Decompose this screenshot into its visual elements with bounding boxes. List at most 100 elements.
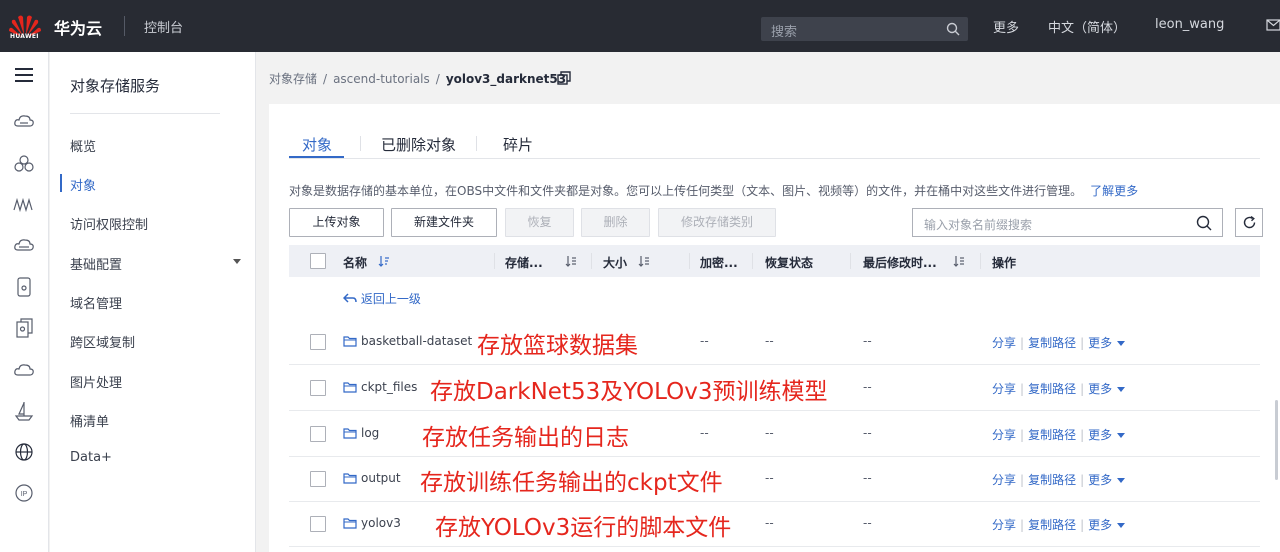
learn-more-link[interactable]: 了解更多 <box>1090 184 1138 198</box>
search-icon[interactable] <box>946 22 960 36</box>
search-placeholder: 搜索 <box>771 25 798 40</box>
nav-item-overview[interactable]: 概览 <box>70 136 96 155</box>
divider <box>476 136 477 151</box>
folder-icon <box>343 473 357 484</box>
folder-name-link[interactable]: yolov3 <box>361 516 401 530</box>
table-row[interactable]: ckpt_files 存放DarkNet53及YOLOv3预训练模型 -- 分享… <box>289 366 1260 411</box>
brand-name[interactable]: 华为云 <box>54 15 102 39</box>
caret-down-icon[interactable] <box>1117 478 1126 483</box>
row-checkbox[interactable] <box>310 334 326 350</box>
documents-icon[interactable] <box>13 317 35 339</box>
table-row[interactable]: basketball-dataset 存放篮球数据集 -- -- -- 分享 | 复… <box>289 320 1260 365</box>
go-back-link[interactable]: 返回上一级 <box>342 290 421 307</box>
console-link[interactable]: 控制台 <box>144 17 183 36</box>
caret-down-icon[interactable] <box>1117 341 1126 346</box>
sort-icon[interactable] <box>565 255 577 267</box>
globe-icon[interactable] <box>13 441 35 463</box>
table-row[interactable]: yolov3 存放YOLOv3运行的脚本文件 -- -- 分享 | 复制路径 | 更多 <box>289 502 1260 547</box>
divider <box>124 16 125 36</box>
nav-item-access-control[interactable]: 访问权限控制 <box>70 214 148 233</box>
breadcrumb-bucket[interactable]: ascend-tutorials <box>333 72 430 86</box>
delete-button[interactable]: 删除 <box>581 208 650 237</box>
sort-icon[interactable] <box>953 255 965 267</box>
upload-object-button[interactable]: 上传对象 <box>289 208 384 237</box>
tab-fragments[interactable]: 碎片 <box>503 134 533 155</box>
share-link[interactable]: 分享 <box>992 336 1016 350</box>
caret-down-icon[interactable] <box>1117 523 1126 528</box>
mail-icon[interactable] <box>1266 19 1280 31</box>
share-link[interactable]: 分享 <box>992 473 1016 487</box>
folder-icon <box>343 428 357 439</box>
device-icon[interactable] <box>13 276 35 298</box>
share-link[interactable]: 分享 <box>992 518 1016 532</box>
more-menu[interactable]: 更多 <box>993 17 1019 36</box>
divider <box>360 136 361 151</box>
breadcrumb-root[interactable]: 对象存储 <box>269 72 317 86</box>
nav-item-inventory[interactable]: 桶清单 <box>70 411 109 430</box>
more-actions-link[interactable]: 更多 <box>1088 473 1112 487</box>
menu-icon[interactable] <box>13 64 35 86</box>
folder-name-link[interactable]: ckpt_files <box>361 380 417 394</box>
new-folder-button[interactable]: 新建文件夹 <box>391 208 497 237</box>
sort-icon[interactable] <box>378 255 390 267</box>
folder-name-link[interactable]: output <box>361 471 401 485</box>
cloud-icon[interactable] <box>13 359 35 381</box>
user-menu[interactable]: leon_wang <box>1155 17 1224 32</box>
cluster-icon[interactable] <box>13 153 35 175</box>
more-actions-link[interactable]: 更多 <box>1088 428 1112 442</box>
sort-icon[interactable] <box>638 255 650 267</box>
refresh-icon <box>1243 215 1256 229</box>
table-row[interactable]: output 存放训练任务输出的ckpt文件 -- -- 分享 | 复制路径 | 更多 <box>289 457 1260 502</box>
nav-item-basic-config[interactable]: 基础配置 <box>70 254 122 273</box>
table-header: 名称 存储... 大小 加密... 恢复状态 最后修改时... 操作 <box>289 245 1260 277</box>
refresh-button[interactable] <box>1235 208 1263 237</box>
nav-item-replication[interactable]: 跨区域复制 <box>70 332 135 351</box>
more-actions-link[interactable]: 更多 <box>1088 382 1112 396</box>
copy-path-link[interactable]: 复制路径 <box>1028 473 1076 487</box>
more-actions-link[interactable]: 更多 <box>1088 518 1112 532</box>
tab-deleted-objects[interactable]: 已删除对象 <box>381 134 456 155</box>
more-actions-link[interactable]: 更多 <box>1088 336 1112 350</box>
folder-name-link[interactable]: log <box>361 426 379 440</box>
row-checkbox[interactable] <box>310 380 326 396</box>
column-storage-class: 存储... <box>505 256 543 270</box>
nav-item-image-processing[interactable]: 图片处理 <box>70 372 122 391</box>
description: 对象是数据存储的基本单位，在OBS中文件和文件夹都是对象。您可以上传任何类型（文… <box>289 182 1138 199</box>
restore-button[interactable]: 恢复 <box>505 208 574 237</box>
language-menu[interactable]: 中文（简体） <box>1048 17 1126 36</box>
ip-icon[interactable]: IP <box>13 482 35 504</box>
nav-item-objects[interactable]: 对象 <box>70 175 96 194</box>
object-prefix-search-input[interactable]: 输入对象名前缀搜索 <box>912 208 1223 237</box>
copy-path-link[interactable]: 复制路径 <box>1028 336 1076 350</box>
scrollbar[interactable] <box>1275 400 1278 480</box>
copy-path-link[interactable]: 复制路径 <box>1028 518 1076 532</box>
caret-down-icon[interactable] <box>1117 387 1126 392</box>
nav-item-domain[interactable]: 域名管理 <box>70 293 122 312</box>
ship-icon[interactable] <box>13 400 35 422</box>
caret-down-icon[interactable] <box>1117 433 1126 438</box>
table-row[interactable]: log 存放任务输出的日志 -- -- -- 分享 | 复制路径 | 更多 <box>289 412 1260 457</box>
waveform-icon[interactable] <box>13 194 35 216</box>
copy-icon[interactable] <box>557 71 571 85</box>
restore-status-value: -- <box>765 516 774 530</box>
change-storage-class-button[interactable]: 修改存储类别 <box>658 208 776 237</box>
row-checkbox[interactable] <box>310 471 326 487</box>
annotation-label: 存放篮球数据集 <box>477 333 638 359</box>
cloud-server-icon[interactable] <box>13 111 35 133</box>
row-checkbox[interactable] <box>310 516 326 532</box>
restore-status-value: -- <box>765 334 774 348</box>
tab-objects[interactable]: 对象 <box>302 134 332 155</box>
global-search-input[interactable]: 搜索 <box>761 17 968 41</box>
copy-path-link[interactable]: 复制路径 <box>1028 428 1076 442</box>
folder-name-link[interactable]: basketball-dataset <box>361 334 472 348</box>
share-link[interactable]: 分享 <box>992 428 1016 442</box>
row-checkbox[interactable] <box>310 426 326 442</box>
copy-path-link[interactable]: 复制路径 <box>1028 382 1076 396</box>
network-icon[interactable] <box>13 235 35 257</box>
nav-item-data-plus[interactable]: Data+ <box>70 450 112 465</box>
search-icon[interactable] <box>1196 215 1212 231</box>
select-all-checkbox[interactable] <box>310 253 326 269</box>
share-link[interactable]: 分享 <box>992 382 1016 396</box>
back-arrow-icon <box>342 293 357 303</box>
chevron-down-icon[interactable] <box>233 259 241 264</box>
